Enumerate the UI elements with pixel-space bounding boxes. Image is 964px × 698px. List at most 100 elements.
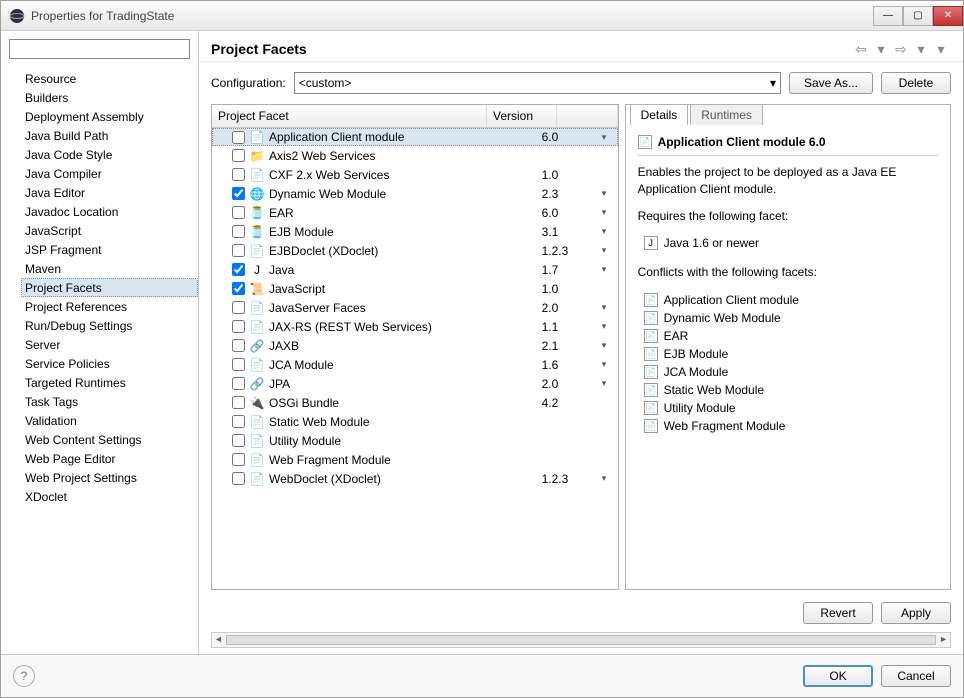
sidebar-item-java-compiler[interactable]: Java Compiler: [21, 164, 198, 183]
forward-menu-icon[interactable]: ▾: [911, 41, 931, 57]
sidebar-item-service-policies[interactable]: Service Policies: [21, 354, 198, 373]
facet-row[interactable]: 📄Utility Module: [212, 431, 618, 450]
facet-name: CXF 2.x Web Services: [269, 168, 542, 182]
facet-checkbox[interactable]: [232, 358, 245, 371]
maximize-button[interactable]: ▢: [903, 6, 933, 26]
facet-checkbox[interactable]: [232, 244, 245, 257]
facet-checkbox[interactable]: [232, 396, 245, 409]
sidebar-item-server[interactable]: Server: [21, 335, 198, 354]
facet-checkbox[interactable]: [232, 377, 245, 390]
save-as-button[interactable]: Save As...: [789, 72, 873, 94]
facet-name: JPA: [269, 377, 542, 391]
facet-row[interactable]: 🔌OSGi Bundle4.2: [212, 393, 618, 412]
version-dropdown-icon[interactable]: ▾: [597, 132, 612, 143]
facet-row[interactable]: 📄EJBDoclet (XDoclet)1.2.3▾: [212, 241, 618, 260]
facet-checkbox[interactable]: [232, 206, 245, 219]
facet-row[interactable]: 📁Axis2 Web Services: [212, 146, 618, 165]
sidebar-item-targeted-runtimes[interactable]: Targeted Runtimes: [21, 373, 198, 392]
sidebar-item-jsp-fragment[interactable]: JSP Fragment: [21, 240, 198, 259]
apply-button[interactable]: Apply: [881, 602, 951, 624]
version-dropdown-icon[interactable]: ▾: [597, 245, 612, 256]
version-dropdown-icon[interactable]: ▾: [597, 359, 612, 370]
filter-input[interactable]: [9, 39, 190, 59]
facet-checkbox[interactable]: [232, 301, 245, 314]
sidebar-item-validation[interactable]: Validation: [21, 411, 198, 430]
sidebar-item-web-page-editor[interactable]: Web Page Editor: [21, 449, 198, 468]
facet-row[interactable]: 📄Web Fragment Module: [212, 450, 618, 469]
facet-row[interactable]: 📄JavaServer Faces2.0▾: [212, 298, 618, 317]
version-dropdown-icon[interactable]: ▾: [597, 321, 612, 332]
delete-button[interactable]: Delete: [881, 72, 951, 94]
facet-checkbox[interactable]: [232, 472, 245, 485]
sidebar-item-resource[interactable]: Resource: [21, 69, 198, 88]
version-dropdown-icon[interactable]: ▾: [597, 226, 612, 237]
facet-row[interactable]: 📜JavaScript1.0: [212, 279, 618, 298]
version-dropdown-icon[interactable]: ▾: [597, 378, 612, 389]
facet-row[interactable]: 📄Static Web Module: [212, 412, 618, 431]
close-button[interactable]: ✕: [933, 6, 963, 26]
facet-row[interactable]: 🫙EAR6.0▾: [212, 203, 618, 222]
facet-row[interactable]: 📄Application Client module6.0▾: [212, 128, 618, 146]
sidebar-item-web-content-settings[interactable]: Web Content Settings: [21, 430, 198, 449]
facet-row[interactable]: 🌐Dynamic Web Module2.3▾: [212, 184, 618, 203]
help-icon[interactable]: ?: [13, 665, 35, 687]
sidebar-item-javascript[interactable]: JavaScript: [21, 221, 198, 240]
cancel-button[interactable]: Cancel: [881, 665, 951, 687]
facet-checkbox[interactable]: [232, 415, 245, 428]
facet-checkbox[interactable]: [232, 187, 245, 200]
version-dropdown-icon[interactable]: ▾: [597, 188, 612, 199]
facet-checkbox[interactable]: [232, 225, 245, 238]
sidebar-item-xdoclet[interactable]: XDoclet: [21, 487, 198, 506]
facet-row[interactable]: 📄CXF 2.x Web Services1.0: [212, 165, 618, 184]
doc-icon: 📄: [644, 401, 658, 415]
sidebar-item-run-debug-settings[interactable]: Run/Debug Settings: [21, 316, 198, 335]
facet-checkbox[interactable]: [232, 131, 245, 144]
horizontal-scrollbar[interactable]: [211, 632, 951, 648]
facet-row[interactable]: 🔗JPA2.0▾: [212, 374, 618, 393]
tab-runtimes[interactable]: Runtimes: [690, 104, 763, 125]
facet-row[interactable]: JJava1.7▾: [212, 260, 618, 279]
facet-checkbox[interactable]: [232, 149, 245, 162]
sidebar-item-java-editor[interactable]: Java Editor: [21, 183, 198, 202]
facet-row[interactable]: 📄WebDoclet (XDoclet)1.2.3▾: [212, 469, 618, 488]
sidebar-item-maven[interactable]: Maven: [21, 259, 198, 278]
revert-button[interactable]: Revert: [803, 602, 873, 624]
sidebar-item-java-build-path[interactable]: Java Build Path: [21, 126, 198, 145]
sidebar-item-java-code-style[interactable]: Java Code Style: [21, 145, 198, 164]
sidebar-item-project-facets[interactable]: Project Facets: [21, 278, 198, 297]
sidebar-item-project-references[interactable]: Project References: [21, 297, 198, 316]
sidebar-item-deployment-assembly[interactable]: Deployment Assembly: [21, 107, 198, 126]
facet-checkbox[interactable]: [232, 282, 245, 295]
version-dropdown-icon[interactable]: ▾: [597, 340, 612, 351]
back-menu-icon[interactable]: ▾: [871, 41, 891, 57]
configuration-dropdown[interactable]: <custom> ▾: [294, 72, 781, 94]
back-arrow-icon[interactable]: ⇦: [851, 41, 871, 57]
facet-checkbox[interactable]: [232, 434, 245, 447]
facet-row[interactable]: 📄JCA Module1.6▾: [212, 355, 618, 374]
facet-row[interactable]: 📄JAX-RS (REST Web Services)1.1▾: [212, 317, 618, 336]
version-dropdown-icon[interactable]: ▾: [597, 302, 612, 313]
column-header-facet[interactable]: Project Facet: [212, 105, 487, 127]
minimize-button[interactable]: —: [873, 6, 903, 26]
ok-button[interactable]: OK: [803, 665, 873, 687]
facet-row[interactable]: 🔗JAXB2.1▾: [212, 336, 618, 355]
facet-name: Application Client module: [269, 130, 542, 144]
facet-checkbox[interactable]: [232, 168, 245, 181]
sidebar-item-builders[interactable]: Builders: [21, 88, 198, 107]
version-dropdown-icon[interactable]: ▾: [597, 473, 612, 484]
facet-checkbox[interactable]: [232, 320, 245, 333]
sidebar-item-web-project-settings[interactable]: Web Project Settings: [21, 468, 198, 487]
version-dropdown-icon[interactable]: ▾: [597, 207, 612, 218]
facet-checkbox[interactable]: [232, 263, 245, 276]
forward-arrow-icon[interactable]: ⇨: [891, 41, 911, 57]
column-header-version[interactable]: Version: [487, 105, 557, 127]
doc-icon: 📄: [644, 383, 658, 397]
facet-row[interactable]: 🫙EJB Module3.1▾: [212, 222, 618, 241]
sidebar-item-javadoc-location[interactable]: Javadoc Location: [21, 202, 198, 221]
sidebar-item-task-tags[interactable]: Task Tags: [21, 392, 198, 411]
tab-details[interactable]: Details: [630, 104, 689, 125]
facet-checkbox[interactable]: [232, 339, 245, 352]
view-menu-icon[interactable]: ▾: [931, 41, 951, 57]
version-dropdown-icon[interactable]: ▾: [597, 264, 612, 275]
facet-checkbox[interactable]: [232, 453, 245, 466]
